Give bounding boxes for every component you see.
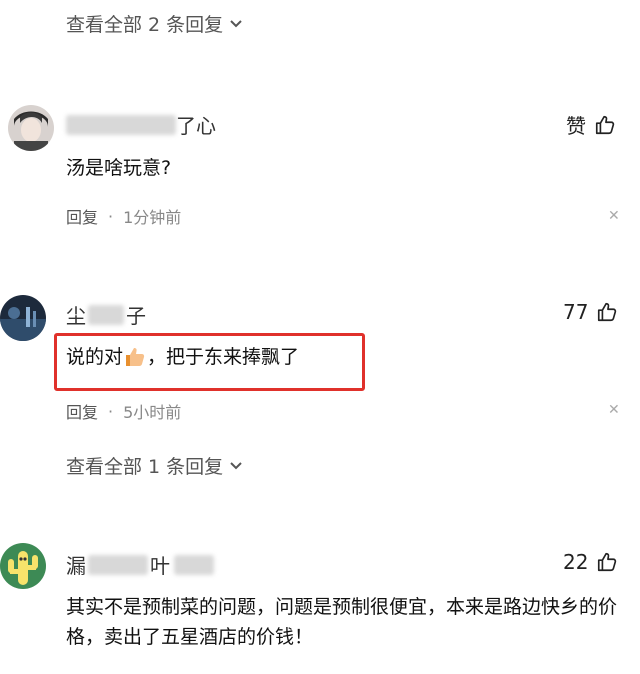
timestamp: 5小时前 bbox=[123, 403, 182, 422]
avatar[interactable] bbox=[0, 295, 46, 341]
username-suffix: 子 bbox=[126, 304, 146, 328]
like-label: 赞 bbox=[566, 114, 586, 138]
avatar[interactable] bbox=[8, 105, 54, 151]
comment-text-before: 说的对 bbox=[66, 346, 124, 368]
like-count: 22 bbox=[563, 550, 589, 574]
timestamp: 1分钟前 bbox=[123, 208, 182, 227]
view-all-replies-top[interactable]: 查看全部 2 条回复 bbox=[66, 10, 243, 37]
username[interactable]: 漏 叶 bbox=[66, 550, 214, 579]
dot-separator: · bbox=[108, 401, 114, 421]
dot-separator: · bbox=[108, 206, 114, 226]
name-redaction bbox=[88, 554, 148, 575]
chevron-down-icon bbox=[230, 19, 242, 27]
close-icon[interactable]: ✕ bbox=[608, 208, 620, 224]
thumbs-up-icon bbox=[598, 302, 617, 322]
close-icon[interactable]: ✕ bbox=[608, 402, 620, 418]
like-button[interactable]: 77 bbox=[563, 300, 618, 324]
view-all-label: 查看全部 1 条回复 bbox=[66, 456, 224, 478]
username[interactable]: 尘 子 bbox=[66, 300, 146, 329]
name-redaction bbox=[174, 554, 214, 575]
view-all-replies-mid[interactable]: 查看全部 1 条回复 bbox=[66, 452, 243, 479]
comment-meta: 回复 · 5小时前 bbox=[66, 399, 181, 423]
comment-text: 说的对 ，把于东来捧飘了 bbox=[66, 342, 299, 372]
reply-button[interactable]: 回复 bbox=[66, 204, 98, 228]
chevron-down-icon bbox=[230, 461, 242, 469]
avatar[interactable] bbox=[0, 543, 46, 589]
username-prefix: 尘 bbox=[66, 304, 86, 328]
name-redaction bbox=[88, 304, 124, 325]
thumbs-up-icon bbox=[598, 552, 617, 572]
like-button[interactable]: 22 bbox=[563, 550, 618, 574]
thumbs-up-icon bbox=[595, 115, 615, 134]
username[interactable]: 了心 bbox=[66, 110, 216, 139]
username-prefix: 漏 bbox=[66, 554, 86, 578]
cactus-avatar-icon bbox=[0, 543, 46, 589]
comment-text: 汤是啥玩意? bbox=[66, 157, 172, 179]
thumbs-up-emoji bbox=[126, 348, 145, 366]
comment-text-after: ，把于东来捧飘了 bbox=[147, 346, 300, 368]
like-button[interactable]: 赞 bbox=[566, 110, 616, 139]
name-redaction bbox=[66, 114, 176, 135]
person-avatar-icon bbox=[8, 105, 54, 151]
username-mid: 叶 bbox=[150, 554, 170, 578]
like-count: 77 bbox=[563, 300, 589, 324]
username-visible: 了心 bbox=[176, 114, 216, 138]
comment-text: 其实不是预制菜的问题，问题是预制很便宜，本来是路边快乡的价格，卖出了五星酒店的价… bbox=[66, 596, 618, 648]
view-all-label: 查看全部 2 条回复 bbox=[66, 14, 224, 36]
comment-meta: 回复 · 1分钟前 bbox=[66, 204, 181, 228]
reply-button[interactable]: 回复 bbox=[66, 399, 98, 423]
night-scene-avatar-icon bbox=[0, 295, 46, 341]
